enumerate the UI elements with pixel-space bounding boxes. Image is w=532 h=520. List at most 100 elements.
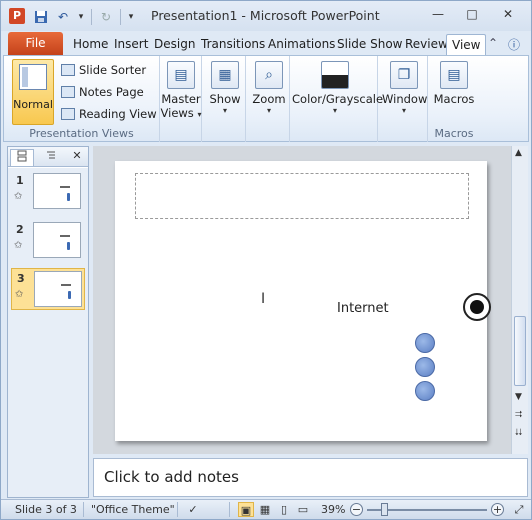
- circle-shape[interactable]: [415, 381, 435, 401]
- separator: [83, 502, 84, 517]
- scroll-thumb[interactable]: [514, 316, 526, 386]
- circle-shape[interactable]: [415, 333, 435, 353]
- zoom-button[interactable]: ⌕ Zoom ▾: [250, 59, 288, 115]
- window-group: ❐ Window ▾: [380, 56, 428, 142]
- slide-preview: [33, 173, 81, 209]
- fit-to-window-icon[interactable]: ⤢: [511, 502, 527, 517]
- window-title: Presentation1 - Microsoft PowerPoint: [151, 8, 380, 23]
- reading-view-label: Reading View: [79, 107, 157, 121]
- magnifier-icon: ⌕: [255, 61, 283, 89]
- circle-shape[interactable]: [415, 357, 435, 377]
- outline-tab[interactable]: [40, 149, 62, 166]
- zoom-in-button[interactable]: +: [491, 503, 504, 516]
- close-pane-icon[interactable]: ✕: [70, 149, 84, 166]
- slide-thumbnail-1[interactable]: 1 ✩: [11, 171, 85, 213]
- tab-insert[interactable]: Insert: [114, 34, 148, 55]
- dropdown-arrow-icon: ▾: [266, 106, 271, 115]
- tab-file[interactable]: File: [8, 32, 63, 55]
- spelling-check-icon[interactable]: ✓: [185, 502, 201, 517]
- internet-text[interactable]: Internet: [337, 301, 389, 316]
- macros-icon: ▤: [440, 61, 468, 89]
- notes-page-button[interactable]: Notes Page: [61, 82, 144, 102]
- notes-page-icon: [61, 86, 75, 98]
- maximize-button[interactable]: □: [461, 7, 483, 25]
- master-views-button[interactable]: ▤ Master Views ▾: [160, 59, 202, 120]
- slide-count: Slide 3 of 3: [15, 503, 77, 516]
- master-views-label-2: Views: [160, 106, 194, 120]
- reading-view-button[interactable]: Reading View: [61, 104, 157, 124]
- color-grayscale-button[interactable]: Color/Grayscale ▾: [292, 59, 383, 115]
- text-cursor-icon: I: [261, 291, 266, 307]
- scroll-up-icon[interactable]: ▲: [515, 148, 522, 158]
- slide-sorter-status-icon[interactable]: ▦: [257, 502, 273, 517]
- dropdown-arrow-icon: ▾: [222, 106, 227, 115]
- color-grayscale-group: Color/Grayscale ▾: [292, 56, 383, 142]
- collapse-ribbon-icon[interactable]: ⌃: [488, 36, 498, 50]
- customize-toolbar-icon[interactable]: ▾: [127, 9, 135, 25]
- notes-page-label: Notes Page: [79, 85, 144, 99]
- next-slide-icon[interactable]: ⮇: [515, 428, 522, 438]
- powerpoint-app-icon[interactable]: P: [9, 8, 25, 24]
- slide-edit-area: I Internet: [93, 146, 511, 454]
- normal-view-label: Normal: [13, 98, 53, 111]
- animation-star-icon: ✩: [14, 191, 23, 202]
- tab-view[interactable]: View: [446, 34, 487, 55]
- zoom-slider-thumb[interactable]: [381, 503, 388, 516]
- previous-slide-icon[interactable]: ⮆: [515, 410, 522, 420]
- normal-view-button[interactable]: Normal: [12, 59, 54, 125]
- close-button[interactable]: ✕: [497, 7, 519, 25]
- tab-design[interactable]: Design: [154, 34, 195, 55]
- minimize-button[interactable]: —: [427, 7, 449, 25]
- slide-show-status-icon[interactable]: ▭: [295, 502, 311, 517]
- show-button[interactable]: ▦ Show ▾: [206, 59, 244, 115]
- zoom-out-button[interactable]: −: [350, 503, 363, 516]
- slide-thumbnail-2[interactable]: 2 ✩: [11, 220, 85, 262]
- slides-pane: ✕ 1 ✩ 2 ✩ 3 ✩: [7, 146, 89, 498]
- notes-pane[interactable]: Click to add notes: [93, 458, 528, 497]
- slide-number: 3: [17, 272, 25, 285]
- powerpoint-window: P ↶ ▾ ↻ ▾ Presentation1 - Microsoft Powe…: [0, 0, 532, 520]
- separator: [229, 502, 230, 517]
- normal-view-icon: [19, 64, 47, 90]
- scroll-down-icon[interactable]: ▼: [515, 392, 522, 402]
- macros-button[interactable]: ▤ Macros: [432, 59, 476, 106]
- slide-preview: [34, 271, 82, 307]
- theme-name[interactable]: "Office Theme": [91, 503, 175, 516]
- window-button[interactable]: ❐ Window ▾: [382, 59, 428, 115]
- animation-star-icon: ✩: [15, 289, 24, 300]
- normal-view-status-icon[interactable]: ▣: [238, 502, 254, 517]
- tab-home[interactable]: Home: [73, 34, 108, 55]
- zoom-level[interactable]: 39%: [321, 503, 345, 516]
- help-icon[interactable]: ⓘ: [508, 36, 520, 53]
- save-icon[interactable]: [33, 9, 49, 25]
- reading-view-status-icon[interactable]: ▯: [276, 502, 292, 517]
- redo-icon[interactable]: ↻: [98, 9, 114, 25]
- presentation-views-label: Presentation Views: [29, 127, 134, 140]
- separator: [91, 9, 92, 25]
- slide-sorter-icon: [61, 64, 75, 76]
- title-placeholder[interactable]: [135, 173, 469, 219]
- undo-icon[interactable]: ↶: [55, 9, 71, 25]
- dropdown-arrow-icon: ▾: [197, 110, 202, 119]
- slides-pane-tabs: ✕: [8, 147, 88, 167]
- animation-star-icon: ✩: [14, 240, 23, 251]
- slide-thumbnail-3[interactable]: 3 ✩: [11, 268, 85, 310]
- tab-transitions[interactable]: Transitions: [201, 34, 265, 55]
- undo-dropdown-icon[interactable]: ▾: [77, 9, 85, 25]
- macros-group: ▤ Macros Macros: [430, 56, 478, 142]
- title-bar: P ↶ ▾ ↻ ▾ Presentation1 - Microsoft Powe…: [1, 1, 531, 31]
- master-views-group: ▤ Master Views ▾: [160, 56, 202, 142]
- tab-animations[interactable]: Animations: [268, 34, 335, 55]
- slides-tab[interactable]: [10, 149, 34, 166]
- vertical-scrollbar[interactable]: ▲ ▼ ⮆ ⮇: [511, 146, 528, 454]
- ribbon: Normal Slide Sorter Notes Page Reading V…: [3, 55, 529, 142]
- slide-canvas[interactable]: I Internet: [115, 161, 487, 441]
- slide-sorter-button[interactable]: Slide Sorter: [61, 60, 146, 80]
- window-label: Window: [382, 92, 428, 106]
- show-group: ▦ Show ▾: [204, 56, 246, 142]
- separator: [177, 502, 178, 517]
- tab-slide-show[interactable]: Slide Show: [337, 34, 402, 55]
- window-icon: ❐: [390, 61, 418, 89]
- tab-review[interactable]: Review: [405, 34, 448, 55]
- slide-sorter-label: Slide Sorter: [79, 63, 147, 77]
